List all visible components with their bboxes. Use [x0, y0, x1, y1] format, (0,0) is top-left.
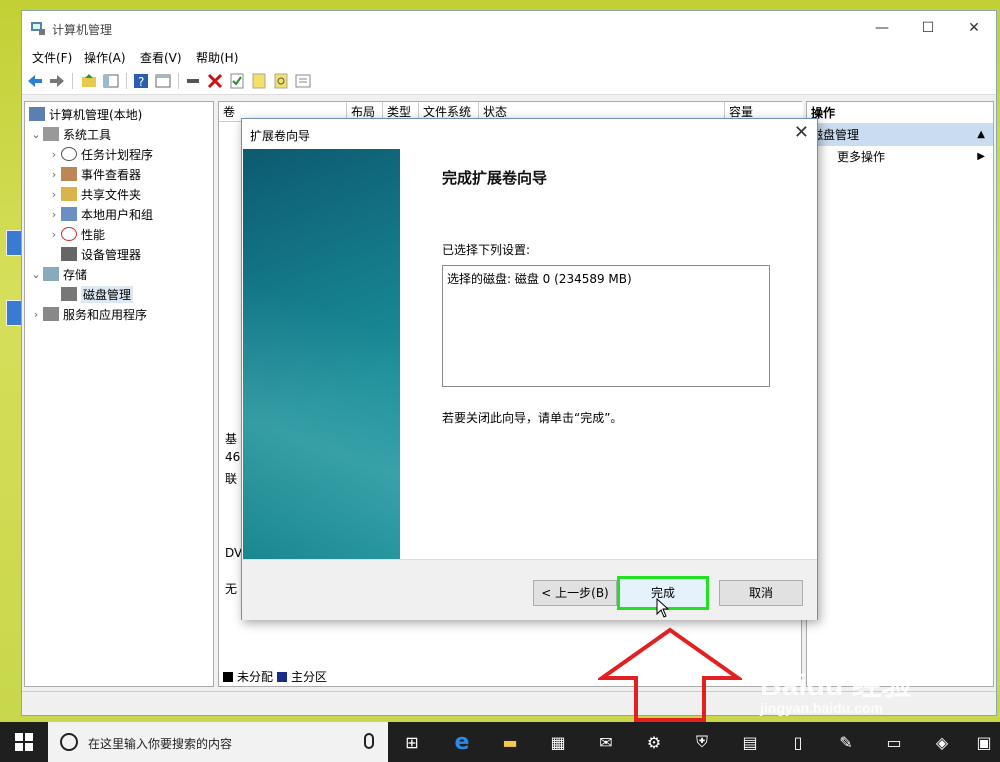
console-view-icon[interactable] [154, 72, 172, 90]
file-explorer-icon[interactable]: ▬ [498, 730, 522, 754]
task-view-icon[interactable]: ⊞ [400, 730, 424, 754]
show-hide-tree-icon[interactable] [102, 72, 120, 90]
legend-unallocated: 未分配 [237, 670, 274, 684]
maximize-button[interactable]: ☐ [906, 17, 950, 39]
clock-icon [61, 147, 77, 161]
submenu-arrow-icon: ▶ [977, 151, 985, 162]
actions-pane: 操作 磁盘管理 ▲ 更多操作 ▶ [806, 101, 994, 687]
mouse-cursor-icon [656, 598, 670, 618]
disk-icon [61, 287, 77, 301]
navigation-tree: 计算机管理(本地) ⌄ 系统工具 › 任务计划程序 › 事件查看器 › 共享文件… [24, 101, 214, 687]
baidu-watermark: Baidu 经验 jingyan.baidu.com [760, 669, 912, 716]
users-icon [61, 207, 77, 221]
wizard-heading: 完成扩展卷向导 [442, 169, 548, 187]
delete-icon[interactable] [206, 72, 224, 90]
menu-action[interactable]: 操作(A) [84, 49, 126, 66]
dvd-label: DV [225, 546, 243, 560]
help-icon[interactable]: ? [132, 72, 150, 90]
check-icon[interactable] [228, 72, 246, 90]
network-icon[interactable]: ▭ [882, 730, 906, 754]
close-button[interactable]: ✕ [952, 17, 996, 39]
calculator-icon[interactable]: ▤ [738, 730, 762, 754]
tree-item-local-users[interactable]: › 本地用户和组 [47, 205, 153, 223]
properties-icon[interactable] [294, 72, 312, 90]
tools-icon [43, 127, 59, 141]
tree-item-disk-management[interactable]: 磁盘管理 [47, 285, 134, 303]
mail-icon[interactable]: ✉ [594, 730, 618, 754]
menu-bar: 文件(F) 操作(A) 查看(V) 帮助(H) [22, 45, 996, 67]
back-button[interactable]: < 上一步(B) [533, 580, 617, 606]
tree-item-device-manager[interactable]: 设备管理器 [47, 245, 141, 263]
tree-item-event-viewer[interactable]: › 事件查看器 [47, 165, 141, 183]
disk-label-online: 联 [225, 472, 238, 486]
tree-item-task-scheduler[interactable]: › 任务计划程序 [47, 145, 153, 163]
computer-management-icon [31, 22, 45, 35]
computer-icon [29, 107, 45, 121]
app-icon[interactable]: ◈ [930, 730, 954, 754]
dialog-title: 扩展卷向导 [250, 129, 311, 143]
selected-settings-box[interactable]: 选择的磁盘: 磁盘 0 (234589 MB) [442, 265, 770, 387]
taskbar: 在这里输入你要搜索的内容 ⊞ e ▬ ▦ ✉ ⚙ ⛨ ▤ ▯ ✎ ▭ ◈ ▣ [0, 722, 1000, 762]
menu-help[interactable]: 帮助(H) [196, 49, 238, 66]
actions-section-disk-management[interactable]: 磁盘管理 ▲ [807, 124, 993, 146]
search-item-icon[interactable] [272, 72, 290, 90]
minimize-button[interactable]: — [860, 17, 904, 39]
edge-browser-icon[interactable]: e [450, 730, 474, 755]
cancel-button[interactable]: 取消 [719, 580, 803, 606]
cortana-icon[interactable] [60, 733, 78, 751]
window-title: 计算机管理 [52, 23, 113, 37]
paint-icon[interactable]: ✎ [834, 730, 858, 754]
disk-legend: 未分配 主分区 [223, 668, 327, 685]
toolbar: ? [22, 67, 996, 95]
connect-icon[interactable] [184, 72, 202, 90]
start-button[interactable] [0, 722, 48, 762]
tree-item-performance[interactable]: › 性能 [47, 225, 105, 243]
tree-item-system-tools[interactable]: ⌄ 系统工具 [29, 125, 111, 143]
settings-gear-icon[interactable]: ⚙ [642, 730, 666, 754]
search-placeholder: 在这里输入你要搜索的内容 [88, 737, 233, 751]
collapse-icon[interactable]: ▲ [977, 124, 985, 146]
extend-volume-wizard-dialog: 扩展卷向导 ✕ 完成扩展卷向导 已选择下列设置: 选择的磁盘: 磁盘 0 (23… [241, 118, 818, 620]
selected-disk-text: 选择的磁盘: 磁盘 0 (234589 MB) [447, 272, 632, 286]
tree-item-shared-folders[interactable]: › 共享文件夹 [47, 185, 141, 203]
notepad-icon[interactable]: ▯ [786, 730, 810, 754]
forward-arrow-icon[interactable] [48, 72, 66, 90]
menu-file[interactable]: 文件(F) [32, 49, 72, 66]
store-icon[interactable]: ▦ [546, 730, 570, 754]
close-hint-text: 若要关闭此向导，请单击“完成”。 [442, 411, 623, 425]
legend-primary: 主分区 [291, 670, 328, 684]
actions-header: 操作 [807, 102, 993, 124]
tree-root[interactable]: 计算机管理(本地) [29, 105, 142, 123]
microphone-icon[interactable] [364, 733, 374, 749]
primary-swatch [277, 671, 288, 682]
dvd-status: 无 [225, 582, 238, 596]
title-bar: 计算机管理 — ☐ ✕ [22, 11, 996, 45]
dialog-footer: < 上一步(B) 完成 取消 [242, 559, 817, 620]
annotation-arrow-icon [598, 627, 742, 722]
disk-label-base: 基 [225, 432, 238, 446]
computer-management-taskbar-icon[interactable]: ▣ [972, 730, 996, 754]
tree-item-storage[interactable]: ⌄ 存储 [29, 265, 87, 283]
storage-icon [43, 267, 59, 281]
event-viewer-icon [61, 167, 77, 181]
new-item-icon[interactable] [250, 72, 268, 90]
back-arrow-icon[interactable] [26, 72, 44, 90]
services-icon [43, 307, 59, 321]
security-shield-icon[interactable]: ⛨ [690, 730, 714, 754]
taskbar-search-box[interactable]: 在这里输入你要搜索的内容 [48, 722, 388, 762]
windows-logo-icon [15, 733, 33, 751]
shared-folder-icon [61, 187, 77, 201]
tree-item-services-apps[interactable]: › 服务和应用程序 [29, 305, 147, 323]
unallocated-swatch [223, 671, 233, 682]
up-folder-icon[interactable] [80, 72, 98, 90]
dialog-close-button[interactable]: ✕ [794, 122, 809, 143]
more-actions-link[interactable]: 更多操作 ▶ [807, 146, 993, 168]
menu-view[interactable]: 查看(V) [140, 49, 182, 66]
disk-label-size: 46 [225, 450, 241, 464]
selected-settings-label: 已选择下列设置: [442, 243, 531, 257]
wizard-banner-image [243, 149, 400, 559]
performance-icon [61, 227, 77, 241]
device-manager-icon [61, 247, 77, 261]
svg-text:?: ? [138, 75, 144, 89]
